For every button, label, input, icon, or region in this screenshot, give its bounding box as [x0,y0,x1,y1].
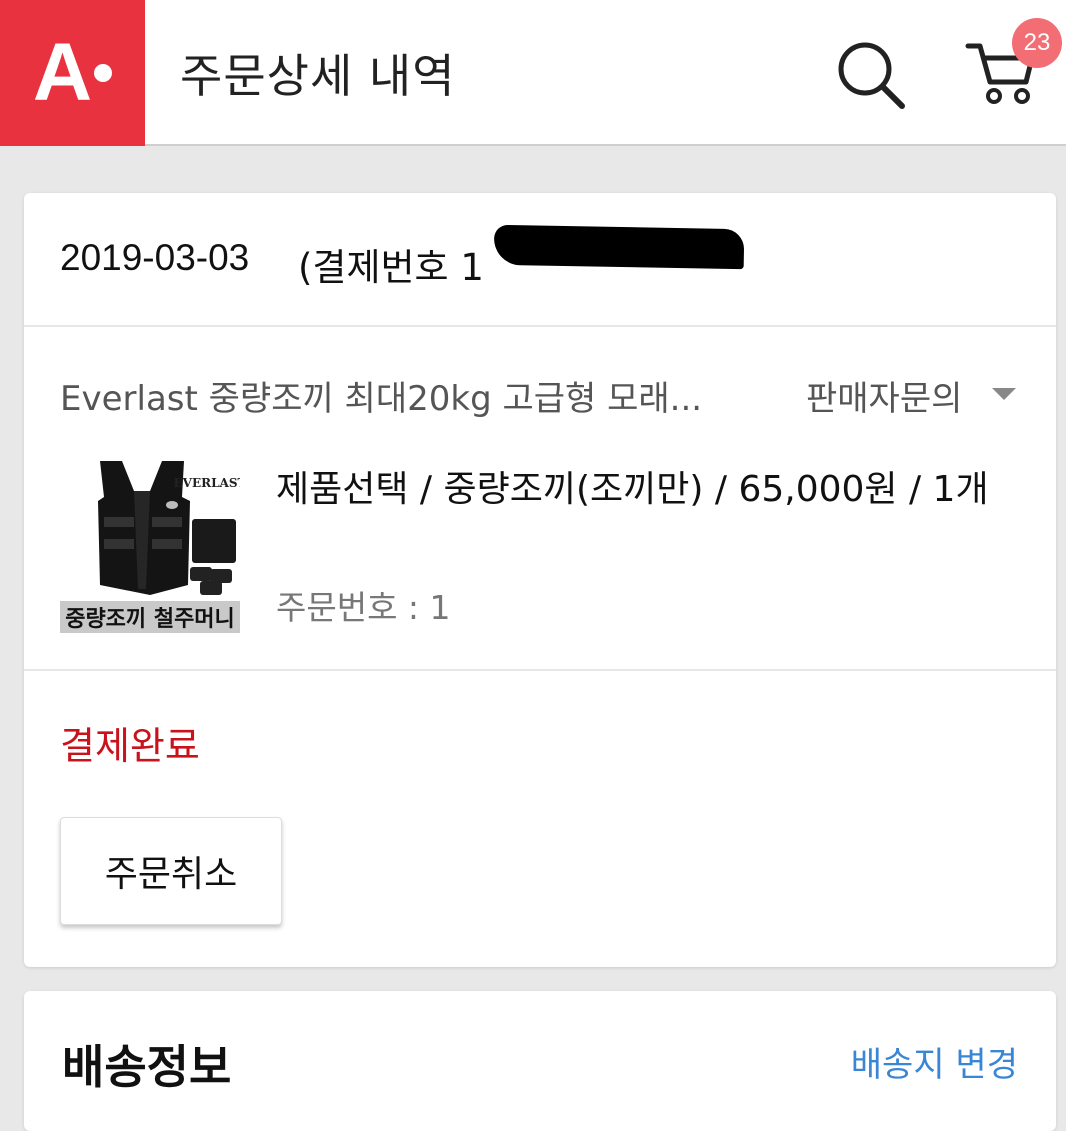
thumbnail-caption: 중량조끼 철주머니 [60,601,240,633]
shipping-info-card: 배송정보 배송지 변경 [24,991,1056,1131]
chevron-down-icon[interactable] [992,388,1016,400]
order-header: 2019-03-03 (결제번호 1 [24,193,1056,327]
cart-count-badge: 23 [1012,18,1062,68]
order-number: 주문번호 : 1 [276,588,451,627]
payment-status: 결제완료 [60,724,200,768]
order-option-text: 제품선택 / 중량조끼(조끼만) / 65,000원 / 1개 [276,469,989,510]
page-title: 주문상세 내역 [180,49,456,103]
logo[interactable]: A [0,0,145,146]
order-detail-card: 2019-03-03 (결제번호 1 Everlast 중량조끼 최대20kg … [24,193,1056,967]
cancel-order-button[interactable]: 주문취소 [60,817,282,925]
divider [24,669,1056,671]
search-icon [838,42,905,109]
product-name-link[interactable]: Everlast 중량조끼 최대20kg 고급형 모래... [60,371,702,420]
thumbnail-brand: EVERLAST [174,476,240,490]
seller-inquiry-button[interactable]: 판매자문의 [806,371,962,420]
weight-vest-image: EVERLAST [98,461,247,595]
redaction-mark [493,224,745,270]
app-header: A 주문상세 내역 23 [0,0,1066,146]
change-address-link[interactable]: 배송지 변경 [851,1037,1018,1086]
logo-text: A [32,27,92,118]
order-date: 2019-03-03 [60,237,250,278]
logo-dot [94,64,113,82]
shipping-title: 배송정보 [62,1040,232,1094]
search-button[interactable] [832,36,908,112]
payment-number: (결제번호 1 [298,246,484,289]
